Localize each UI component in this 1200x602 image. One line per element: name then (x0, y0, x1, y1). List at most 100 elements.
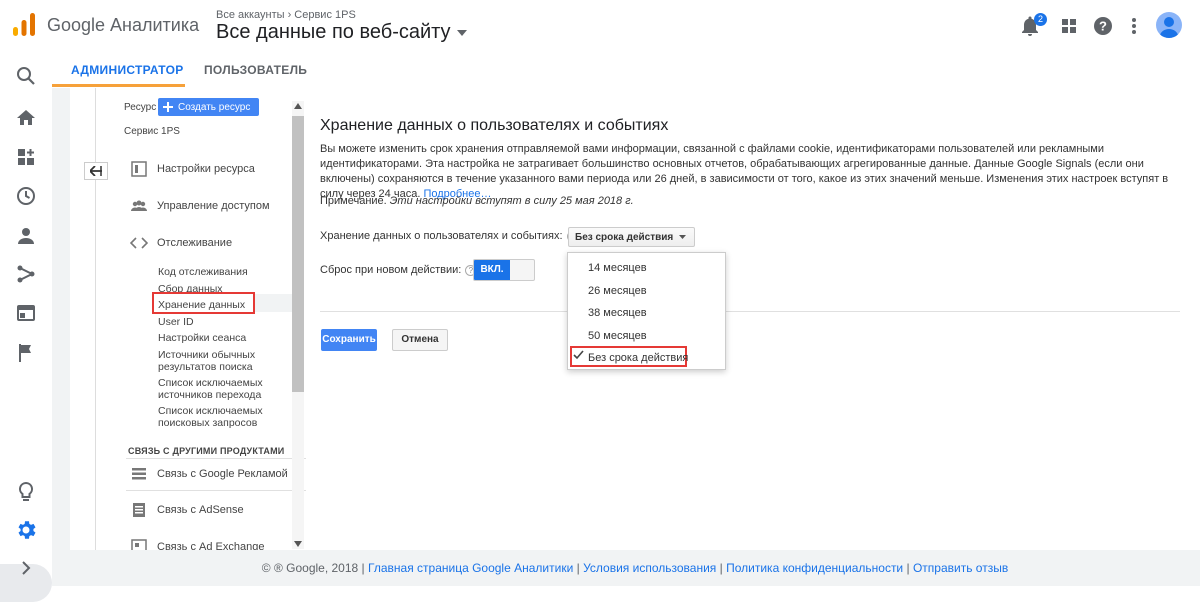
dropdown-option[interactable]: 14 месяцев (588, 262, 647, 274)
create-resource-button[interactable]: Создать ресурс (158, 98, 260, 116)
help-icon[interactable]: ? (1091, 14, 1115, 38)
sub-item-tracking-code[interactable]: Код отслеживания (158, 266, 248, 278)
sub-item-referral-exclusion-list[interactable]: Список исключаемых источников перехода (158, 377, 270, 401)
home-icon[interactable] (14, 106, 38, 130)
active-tab-indicator (52, 84, 185, 87)
sub-item-organic-search-sources[interactable]: Источники обычных результатов поиска (158, 349, 268, 373)
section-resource-settings[interactable]: Настройки ресурса (130, 159, 255, 179)
dropdown-option-selected[interactable]: Без срока действия (588, 352, 688, 364)
apps-icon[interactable] (1057, 14, 1081, 38)
footer-link-terms[interactable]: Условия использования (583, 561, 716, 575)
create-resource-label: Создать ресурс (178, 101, 251, 113)
gear-icon[interactable] (14, 518, 38, 542)
adsense-link-icon (130, 501, 148, 519)
tab-user[interactable]: ПОЛЬЗОВАТЕЛЬ (204, 63, 307, 77)
analytics-logo-icon[interactable] (12, 13, 36, 37)
chevron-right-icon[interactable] (14, 556, 38, 580)
svg-text:?: ? (1099, 19, 1107, 34)
note-text: Эти настройки вступят в силу 25 мая 2018… (389, 195, 634, 207)
retention-label: Хранение данных о пользователях и событи… (320, 230, 563, 242)
page-title: Хранение данных о пользователях и событи… (320, 117, 669, 134)
link-adsense[interactable]: Связь с AdSense (130, 500, 244, 520)
section-access-management[interactable]: Управление доступом (130, 196, 270, 216)
view-title: Все данные по веб-сайту (216, 21, 451, 43)
share-icon[interactable] (14, 262, 38, 286)
arrow-left-icon (90, 166, 102, 176)
view-selector[interactable]: Все данные по веб-сайту (216, 21, 467, 44)
separator: | (906, 561, 910, 575)
retention-dropdown-menu: 14 месяцев 26 месяцев 38 месяцев 50 меся… (567, 252, 726, 370)
retention-select[interactable]: Без срока действия (568, 227, 696, 247)
caret-down-icon (679, 235, 687, 239)
dropdown-option[interactable]: 50 месяцев (588, 330, 647, 342)
window-icon[interactable] (14, 301, 38, 325)
footer-link-feedback[interactable]: Отправить отзыв (913, 561, 1008, 575)
section-label: Настройки ресурса (157, 163, 255, 175)
breadcrumb[interactable]: Все аккаунты › Сервис 1PS (216, 9, 356, 21)
link-google-ads[interactable]: Связь с Google Рекламой (130, 464, 288, 484)
scroll-up-icon[interactable] (294, 103, 302, 109)
resource-name: Сервис 1PS (124, 126, 180, 137)
link-label: Связь с Ad Exchange (157, 541, 265, 550)
link-label: Связь с AdSense (157, 504, 244, 516)
section-label: Отслеживание (157, 237, 233, 249)
product-name[interactable]: Google Аналитика (47, 15, 199, 36)
link-ad-exchange[interactable]: Связь с Ad Exchange (130, 537, 264, 550)
admin-tabs: АДМИНИСТРАТОР ПОЛЬЗОВАТЕЛЬ (52, 52, 1200, 88)
footer-link-privacy[interactable]: Политика конфиденциальности (726, 561, 903, 575)
section-label: Управление доступом (157, 200, 270, 212)
divider (320, 311, 1180, 312)
cancel-button[interactable]: Отмена (392, 329, 448, 351)
divider (126, 458, 306, 459)
footer: © ® Google, 2018 | Главная страница Goog… (70, 550, 1200, 586)
dropdown-option[interactable]: 38 месяцев (588, 307, 647, 319)
tab-admin[interactable]: АДМИНИСТРАТОР (71, 63, 184, 77)
check-icon (573, 350, 584, 360)
other-products-header: СВЯЗЬ С ДРУГИМИ ПРОДУКТАМИ (128, 446, 285, 456)
retention-row-label: Хранение данных о пользователях и событи… (320, 230, 578, 242)
scroll-down-icon[interactable] (294, 541, 302, 547)
gutter (52, 88, 70, 586)
caret-down-icon (456, 29, 467, 36)
notification-badge: 2 (1034, 13, 1047, 26)
people-icon (130, 197, 148, 215)
resource-column: Ресурс Создать ресурс Сервис 1PS Настрой… (70, 88, 306, 550)
person-icon[interactable] (14, 224, 38, 248)
link-label: Связь с Google Рекламой (157, 468, 288, 480)
separator: | (576, 561, 580, 575)
clock-icon[interactable] (14, 184, 38, 208)
note: Примечание. Эти настройки вступят в силу… (320, 195, 634, 207)
lightbulb-icon[interactable] (14, 480, 38, 504)
selected-row-background (254, 294, 296, 312)
sub-item-user-id[interactable]: User ID (158, 316, 194, 328)
settings-page-icon (130, 160, 148, 178)
dropdown-option[interactable]: 26 месяцев (588, 285, 647, 297)
retention-select-value: Без срока действия (575, 231, 674, 243)
note-label: Примечание. (320, 195, 387, 207)
sub-item-session-settings[interactable]: Настройки сеанса (158, 332, 246, 344)
more-vert-icon[interactable] (1122, 14, 1146, 38)
resource-label: Ресурс (124, 102, 157, 113)
separator: | (719, 561, 723, 575)
section-tracking[interactable]: Отслеживание (130, 233, 232, 253)
footer-text: © ® Google, 2018 | Главная страница Goog… (70, 561, 1200, 575)
sub-item-data-retention[interactable]: Хранение данных (158, 299, 245, 311)
ad-exchange-link-icon (130, 538, 148, 550)
save-button[interactable]: Сохранить (321, 329, 377, 351)
column-scrollbar-thumb[interactable] (292, 116, 304, 392)
reset-on-activity-toggle[interactable]: ВКЛ. (473, 259, 535, 281)
column-divider (95, 88, 96, 550)
sub-item-search-term-exclusion-list[interactable]: Список исключаемых поисковых запросов (158, 405, 270, 429)
search-icon[interactable] (14, 64, 38, 88)
flag-icon[interactable] (14, 341, 38, 365)
left-nav-rail (0, 52, 52, 602)
divider (126, 490, 306, 491)
customize-icon[interactable] (14, 145, 38, 169)
ads-link-icon (130, 465, 148, 483)
back-button[interactable] (84, 162, 108, 180)
plus-icon (163, 102, 173, 112)
avatar[interactable] (1156, 12, 1182, 38)
reset-row-label: Сброс при новом действии: ? (320, 264, 477, 276)
separator: | (361, 561, 365, 575)
footer-link-analytics-home[interactable]: Главная страница Google Аналитики (368, 561, 573, 575)
